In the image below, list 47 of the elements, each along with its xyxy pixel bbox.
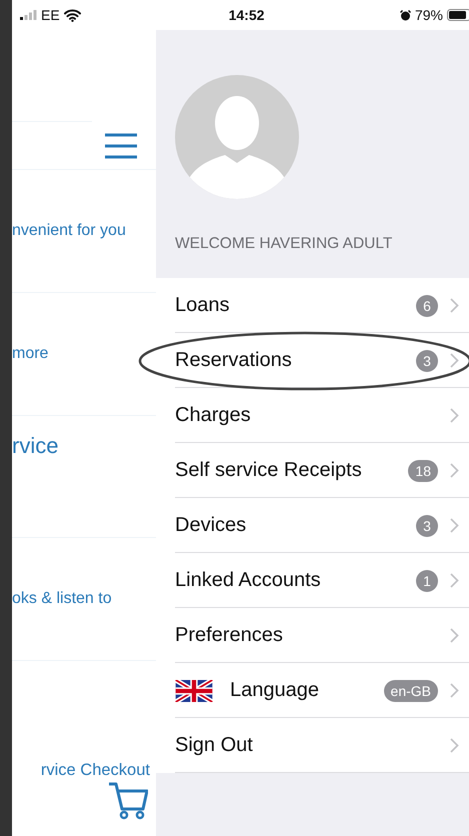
battery-icon xyxy=(447,9,469,21)
count-badge: en-GB xyxy=(384,680,438,702)
status-time: 14:52 xyxy=(228,7,264,23)
page-link-text[interactable]: more xyxy=(12,345,48,363)
chevron-right-icon xyxy=(450,573,459,588)
menu-item[interactable]: Language en-GB xyxy=(156,663,469,718)
chevron-right-icon xyxy=(450,628,459,643)
menu-icon[interactable] xyxy=(104,132,138,158)
section-heading: rvice xyxy=(12,433,58,459)
menu-item-label: Preferences xyxy=(175,624,284,647)
chevron-right-icon xyxy=(450,353,459,368)
menu-item-label: Devices xyxy=(175,514,248,537)
count-badge: 3 xyxy=(416,514,438,536)
menu-item[interactable]: Devices 3 xyxy=(156,498,469,553)
menu-item[interactable]: Charges xyxy=(156,388,469,443)
menu-item-label: Language xyxy=(230,679,320,702)
cart-icon[interactable] xyxy=(108,782,148,820)
battery-percent: 79% xyxy=(414,7,443,23)
menu-item-label: Linked Accounts xyxy=(175,569,322,592)
menu-item-label: Self service Receipts xyxy=(175,459,363,482)
menu-item[interactable]: Loans 6 xyxy=(156,278,469,333)
page-link-text[interactable]: nvenient for you xyxy=(12,222,126,240)
chevron-right-icon xyxy=(450,298,459,313)
count-badge: 6 xyxy=(416,294,438,316)
chevron-right-icon xyxy=(450,463,459,478)
menu-item[interactable]: Sign Out xyxy=(156,718,469,773)
count-badge: 3 xyxy=(416,350,438,372)
chevron-right-icon xyxy=(450,518,459,533)
menu-item[interactable]: Self service Receipts 18 xyxy=(156,443,469,498)
chevron-right-icon xyxy=(450,683,459,698)
menu-item[interactable]: Preferences xyxy=(156,608,469,663)
checkout-link-text[interactable]: rvice Checkout xyxy=(40,761,150,780)
menu-item-label: Reservations xyxy=(175,349,293,372)
count-badge: 18 xyxy=(408,460,438,482)
menu-item-label: Sign Out xyxy=(175,734,254,757)
menu-item[interactable]: Linked Accounts 1 xyxy=(156,553,469,608)
menu-item-label: Loans xyxy=(175,294,230,317)
carrier-name: EE xyxy=(41,7,60,23)
chevron-right-icon xyxy=(450,738,459,753)
signal-icon xyxy=(20,10,37,20)
wifi-icon xyxy=(64,8,81,22)
menu-item-label: Charges xyxy=(175,404,252,427)
welcome-text: WELCOME HAVERING ADULT xyxy=(175,235,394,253)
chevron-right-icon xyxy=(450,408,459,423)
count-badge: 1 xyxy=(416,570,438,592)
page-link-text[interactable]: oks & listen to xyxy=(12,590,112,608)
alarm-clock-icon xyxy=(400,10,411,20)
